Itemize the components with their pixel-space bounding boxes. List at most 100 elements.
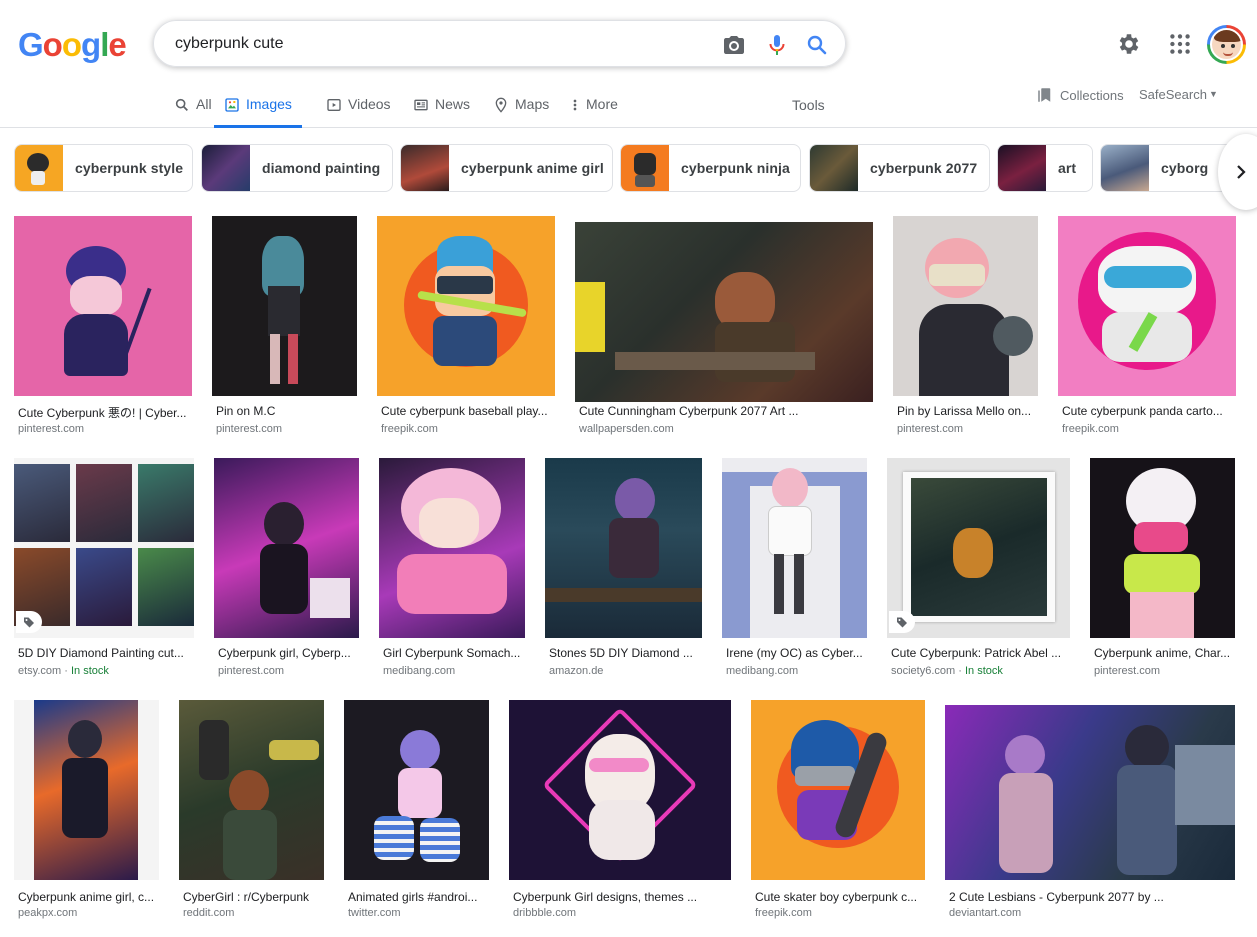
result-thumbnail[interactable] (722, 458, 867, 638)
result-thumbnail[interactable] (1090, 458, 1235, 638)
chevron-right-icon (1237, 165, 1246, 179)
result-thumbnail[interactable] (893, 216, 1038, 396)
gear-icon[interactable] (1116, 31, 1142, 57)
result-source: twitter.com (348, 907, 401, 919)
result-thumbnail[interactable] (545, 458, 702, 638)
chip-thumbnail (202, 145, 250, 191)
stock-status: In stock (964, 665, 1003, 677)
chip-cyberpunk-anime-girl[interactable]: cyberpunk anime girl (400, 144, 613, 192)
result-title[interactable]: Pin on M.C (216, 404, 356, 418)
result-thumbnail[interactable] (945, 705, 1235, 880)
search-icon (175, 98, 188, 111)
result-source: freepik.com (381, 423, 438, 435)
chip-diamond-painting[interactable]: diamond painting (201, 144, 393, 192)
result-title[interactable]: Cute Cunningham Cyberpunk 2077 Art ... (579, 404, 873, 418)
chip-cyberpunk-ninja[interactable]: cyberpunk ninja (620, 144, 801, 192)
chip-thumbnail (401, 145, 449, 191)
result-title[interactable]: Stones 5D DIY Diamond ... (549, 646, 701, 660)
result-thumbnail[interactable] (14, 458, 194, 638)
tab-videos[interactable]: Videos (326, 88, 391, 128)
result-source: peakpx.com (18, 907, 78, 919)
chip-label: cyberpunk style (75, 160, 184, 176)
result-source: wallpapersden.com (579, 423, 674, 435)
result-title[interactable]: Pin by Larissa Mello on... (897, 404, 1037, 418)
chip-label: cyberpunk ninja (681, 160, 790, 176)
tab-images[interactable]: Images (214, 88, 302, 128)
tab-news[interactable]: News (413, 88, 470, 128)
source-name: etsy.com (18, 665, 62, 677)
camera-icon[interactable] (722, 33, 746, 57)
result-title[interactable]: 5D DIY Diamond Painting cut... (18, 646, 192, 660)
tab-more[interactable]: More (570, 88, 618, 128)
video-icon (327, 99, 341, 111)
result-source: dribbble.com (513, 907, 576, 919)
account-avatar[interactable] (1207, 25, 1246, 64)
more-vert-icon (573, 99, 577, 111)
bookmark-icon (1038, 88, 1051, 102)
result-title[interactable]: Girl Cyberpunk Somach... (383, 646, 523, 660)
result-thumbnail[interactable] (509, 700, 731, 880)
search-icon[interactable] (805, 33, 829, 57)
tab-label: News (435, 96, 471, 112)
result-title[interactable]: Cute cyberpunk panda carto... (1062, 404, 1234, 418)
result-source: medibang.com (383, 665, 456, 677)
result-thumbnail[interactable] (212, 216, 357, 396)
chip-cyberpunk-style[interactable]: cyberpunk style (14, 144, 193, 192)
result-source: pinterest.com (897, 423, 964, 435)
result-source: freepik.com (755, 907, 812, 919)
tab-maps[interactable]: Maps (493, 88, 549, 128)
chip-thumbnail (810, 145, 858, 191)
safesearch-dropdown[interactable]: SafeSearch ▼ (1139, 87, 1218, 102)
result-title[interactable]: 2 Cute Lesbians - Cyberpunk 2077 by ... (949, 890, 1233, 904)
result-title[interactable]: Cyberpunk anime girl, c... (18, 890, 158, 904)
chip-thumbnail (1101, 145, 1149, 191)
collections-label: Collections (1060, 87, 1124, 103)
result-thumbnail[interactable] (179, 700, 324, 880)
search-input[interactable] (175, 33, 695, 55)
result-title[interactable]: CyberGirl : r/Cyberpunk (183, 890, 323, 904)
result-title[interactable]: Cute Cyberpunk 悪の! | Cyber... (18, 404, 190, 421)
result-title[interactable]: Cyberpunk girl, Cyberp... (218, 646, 358, 660)
tools-button[interactable]: Tools (792, 97, 825, 113)
result-source: society6.com · In stock (891, 665, 1003, 677)
result-title[interactable]: Animated girls #androi... (348, 890, 488, 904)
tag-icon (897, 617, 907, 628)
google-logo[interactable]: Google (18, 26, 127, 64)
result-source: deviantart.com (949, 907, 1022, 919)
safesearch-label: SafeSearch (1139, 87, 1207, 102)
chip-art[interactable]: art (997, 144, 1093, 192)
result-source: pinterest.com (1094, 665, 1161, 677)
chip-label: cyberpunk anime girl (461, 160, 604, 176)
result-thumbnail[interactable] (751, 700, 925, 880)
result-thumbnail[interactable] (14, 216, 192, 396)
microphone-icon[interactable] (765, 33, 789, 57)
result-title[interactable]: Cute Cyberpunk: Patrick Abel ... (891, 646, 1068, 660)
result-source: pinterest.com (18, 423, 85, 435)
chip-cyberpunk-2077[interactable]: cyberpunk 2077 (809, 144, 990, 192)
result-source: pinterest.com (218, 665, 285, 677)
result-source: pinterest.com (216, 423, 283, 435)
result-thumbnail[interactable] (377, 216, 555, 396)
result-title[interactable]: Cute cyberpunk baseball play... (381, 404, 553, 418)
tab-label: More (586, 96, 618, 112)
chip-thumbnail (15, 145, 63, 191)
result-thumbnail[interactable] (214, 458, 359, 638)
result-thumbnail[interactable] (379, 458, 525, 638)
header: Google All Images Videos New (0, 0, 1257, 128)
collections-button[interactable]: Collections (1036, 86, 1124, 104)
chip-thumbnail (998, 145, 1046, 191)
result-title[interactable]: Cyberpunk anime, Char... (1094, 646, 1234, 660)
result-thumbnail[interactable] (1058, 216, 1236, 396)
search-box (153, 20, 846, 67)
result-title[interactable]: Cyberpunk Girl designs, themes ... (513, 890, 729, 904)
result-title[interactable]: Cute skater boy cyberpunk c... (755, 890, 923, 904)
price-tag-badge (889, 611, 915, 633)
tab-all[interactable]: All (174, 88, 212, 128)
apps-grid-icon[interactable] (1167, 31, 1193, 57)
result-thumbnail[interactable] (14, 700, 159, 880)
result-thumbnail[interactable] (575, 222, 873, 402)
result-title[interactable]: Irene (my OC) as Cyber... (726, 646, 866, 660)
result-thumbnail[interactable] (887, 458, 1070, 638)
result-thumbnail[interactable] (344, 700, 489, 880)
result-source: amazon.de (549, 665, 604, 677)
